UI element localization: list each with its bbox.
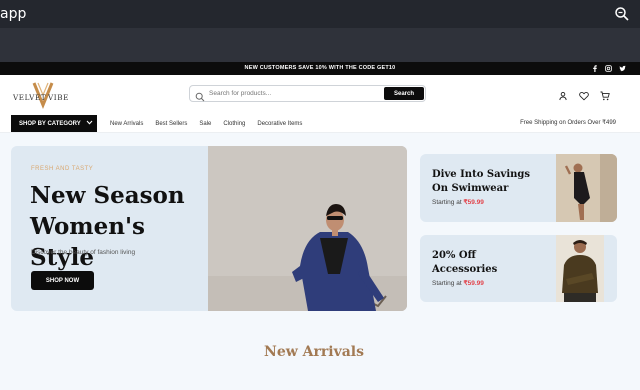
svg-text:VIBE: VIBE (47, 93, 69, 102)
site-header: VELVET VIBE Search (0, 75, 640, 115)
header-actions (558, 88, 610, 101)
user-icon[interactable] (558, 88, 568, 101)
browser-title: app (0, 6, 27, 22)
nav-link-best-sellers[interactable]: Best Sellers (155, 121, 187, 127)
brand-logo[interactable]: VELVET VIBE (12, 81, 72, 109)
price-value: ₹59.99 (463, 199, 484, 206)
promo-bar: NEW CUSTOMERS SAVE 10% WITH THE CODE GET… (0, 62, 640, 75)
cart-icon[interactable] (600, 88, 610, 101)
search-input[interactable] (209, 90, 379, 97)
nav-link-new-arrivals[interactable]: New Arrivals (110, 121, 143, 127)
price-prefix: Starting at (432, 280, 462, 287)
nav-link-clothing[interactable]: Clothing (223, 121, 245, 127)
zoom-search-icon[interactable] (614, 6, 630, 22)
promo-card-price-line: Starting at ₹59.99 (432, 198, 484, 206)
search-icon (195, 89, 205, 101)
promo-card-title: 20% Off Accessories (432, 250, 498, 275)
search-button[interactable]: Search (384, 87, 424, 100)
hero-eyebrow: FRESH AND TASTY (31, 166, 94, 172)
swimwear-model-image (556, 154, 617, 222)
promo-card-accessories[interactable]: 20% Off Accessories Starting at ₹59.99 (420, 235, 617, 302)
free-shipping-note: Free Shipping on Orders Over ₹499 (520, 120, 616, 126)
promo-card-title: Dive Into Savings On Swimwear (432, 169, 531, 194)
instagram-icon[interactable] (605, 65, 612, 72)
price-prefix: Starting at (432, 199, 462, 206)
search-bar: Search (189, 85, 426, 102)
promo-text: NEW CUSTOMERS SAVE 10% WITH THE CODE GET… (244, 65, 396, 71)
main-nav: SHOP BY CATEGORY New Arrivals Best Selle… (0, 115, 640, 133)
browser-chrome: app (0, 0, 640, 62)
facebook-icon[interactable] (591, 65, 598, 72)
nav-link-decorative-items[interactable]: Decorative Items (257, 121, 302, 127)
nav-links: New Arrivals Best Sellers Sale Clothing … (110, 115, 302, 132)
section-title-new-arrivals: New Arrivals (264, 344, 364, 360)
price-value: ₹59.99 (463, 280, 484, 287)
social-links (591, 62, 626, 75)
shop-by-category-button[interactable]: SHOP BY CATEGORY (11, 115, 97, 132)
shop-now-button[interactable]: SHOP NOW (31, 271, 94, 290)
promo-card-price-line: Starting at ₹59.99 (432, 279, 484, 287)
hero-model-image (208, 146, 407, 311)
chevron-down-icon (86, 120, 93, 127)
hero-subtitle: Discover the beauty of fashion living (31, 249, 136, 256)
browser-title-bar: app (0, 0, 640, 28)
hero-text-panel: FRESH AND TASTY New Season Women's Style… (11, 146, 208, 311)
shop-by-category-label: SHOP BY CATEGORY (19, 120, 81, 127)
nav-link-sale[interactable]: Sale (199, 121, 211, 127)
promo-card-swimwear[interactable]: Dive Into Savings On Swimwear Starting a… (420, 154, 617, 222)
svg-text:VELVET: VELVET (12, 93, 46, 102)
hero-banner: FRESH AND TASTY New Season Women's Style… (11, 146, 407, 311)
heart-icon[interactable] (579, 88, 589, 101)
twitter-icon[interactable] (619, 65, 626, 72)
hero-title: New Season Women's Style (30, 182, 185, 271)
accessories-model-image (556, 235, 604, 302)
